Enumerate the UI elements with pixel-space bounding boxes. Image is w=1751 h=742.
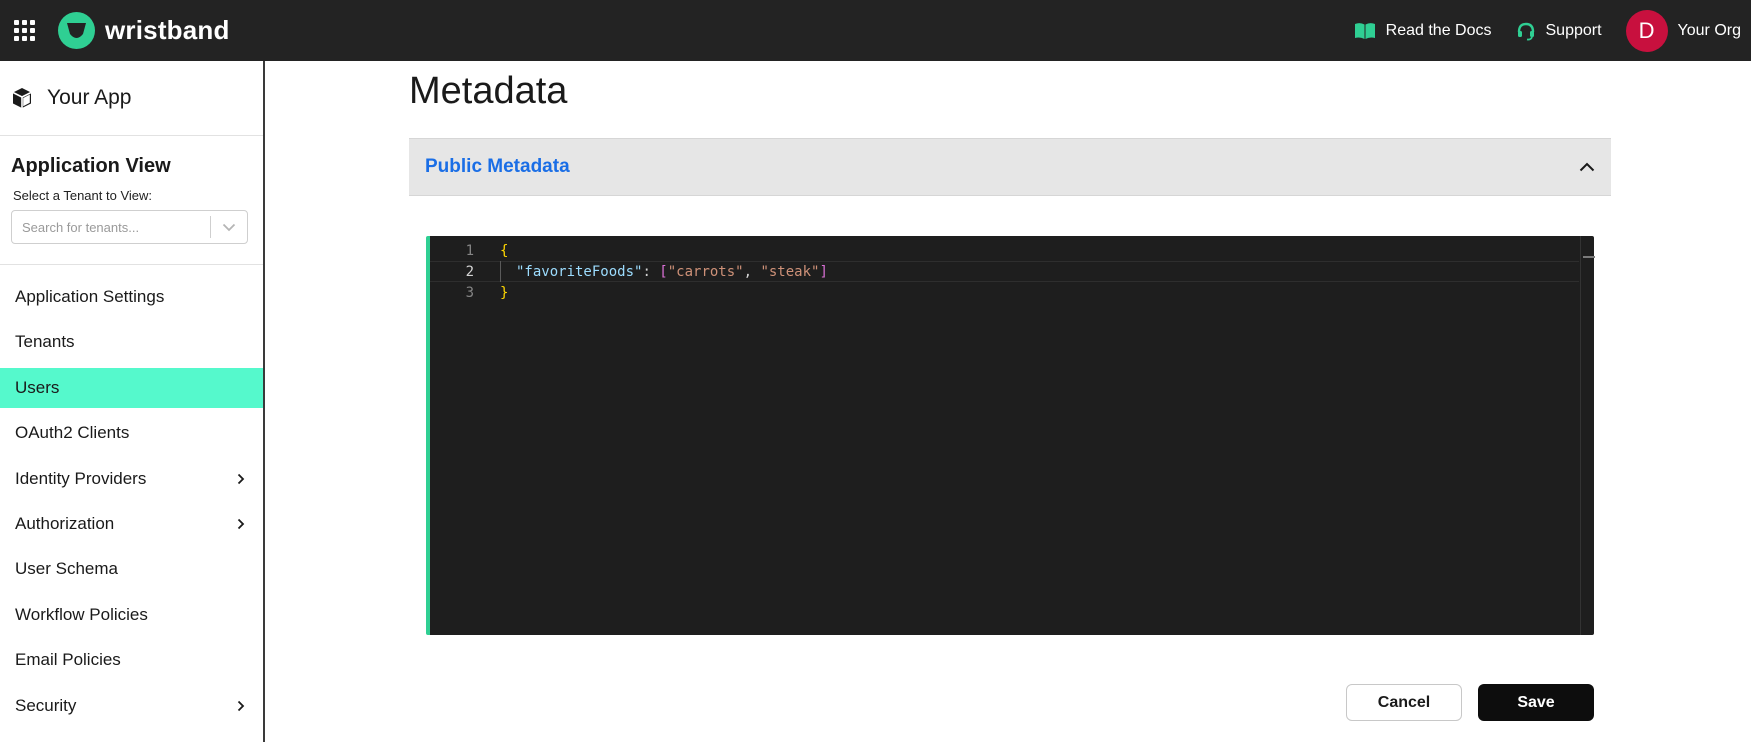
wristband-logo-icon [58, 12, 95, 49]
top-bar: wristband Read the Docs Support D Your O… [0, 0, 1751, 61]
code-token: "carrots" [667, 263, 744, 280]
org-menu[interactable]: D Your Org [1625, 9, 1741, 52]
support-link[interactable]: Support [1516, 21, 1602, 41]
page-title: Metadata [409, 70, 568, 112]
public-metadata-accordion[interactable]: Public Metadata [409, 138, 1611, 196]
code-token: [ [659, 263, 668, 280]
tenant-search-input[interactable]: Search for tenants... [12, 220, 210, 235]
read-docs-label: Read the Docs [1385, 21, 1492, 39]
sidebar-item-label: OAuth2 Clients [15, 423, 130, 443]
chevron-right-icon [237, 518, 245, 530]
sidebar-item-label: Security [15, 695, 77, 715]
sidebar-item-label: Email Policies [15, 650, 121, 670]
chevron-right-icon [237, 700, 245, 711]
avatar: D [1625, 9, 1668, 52]
sidebar-item-label: User Schema [15, 559, 118, 579]
app-selector[interactable]: Your App [0, 61, 263, 136]
accordion-title: Public Metadata [425, 156, 570, 177]
line-number: 1 [465, 242, 474, 259]
brand-name: wristband [105, 15, 230, 45]
sidebar-item-user-schema[interactable]: User Schema [0, 549, 263, 589]
chevron-up-icon[interactable] [1579, 162, 1595, 172]
editor-scrollbar[interactable] [1580, 236, 1595, 635]
application-view-section: Application View Select a Tenant to View… [0, 136, 263, 265]
app-name: Your App [47, 86, 132, 109]
sidebar-item-email-policies[interactable]: Email Policies [0, 640, 263, 680]
code-token: ] [819, 263, 828, 280]
brand[interactable]: wristband [58, 12, 230, 49]
line-number: 3 [465, 284, 474, 301]
save-button[interactable]: Save [1478, 684, 1594, 721]
sidebar-item-workflow-policies[interactable]: Workflow Policies [0, 595, 263, 635]
application-view-title: Application View [11, 155, 171, 177]
cancel-button[interactable]: Cancel [1346, 684, 1462, 721]
sidebar-item-label: Authorization [15, 513, 115, 533]
cube-icon [12, 88, 32, 108]
sidebar: Your App Application View Select a Tenan… [0, 61, 265, 742]
headset-icon [1517, 22, 1534, 40]
tenant-search-select[interactable]: Search for tenants... [11, 210, 248, 244]
code-token: : [642, 263, 660, 280]
sidebar-item-application-settings[interactable]: Application Settings [0, 277, 263, 317]
code-token: { [500, 242, 509, 259]
book-icon [1354, 22, 1375, 39]
sidebar-item-tenants[interactable]: Tenants [0, 322, 263, 362]
sidebar-item-users[interactable]: Users [0, 367, 263, 408]
sidebar-item-label: Tenants [15, 332, 75, 352]
metadata-code-editor[interactable]: 1 { 2 "favoriteFoods": ["carrots", "stea… [426, 236, 1595, 635]
sidebar-item-identity-providers[interactable]: Identity Providers [0, 459, 263, 499]
line-number: 2 [465, 263, 474, 280]
indent-guide [500, 261, 501, 282]
tenant-select-label: Select a Tenant to View: [13, 188, 153, 203]
chevron-down-icon[interactable] [211, 223, 247, 232]
read-docs-link[interactable]: Read the Docs [1354, 22, 1492, 40]
editor-line-3: 3 } [430, 282, 1579, 303]
sidebar-item-authorization[interactable]: Authorization [0, 504, 263, 544]
sidebar-item-label: Workflow Policies [15, 604, 148, 624]
sidebar-item-oauth2-clients[interactable]: OAuth2 Clients [0, 413, 263, 453]
sidebar-nav: Application Settings Tenants Users OAuth2 C… [0, 265, 263, 726]
editor-line-1: 1 { [430, 240, 1579, 261]
sidebar-item-label: Identity Providers [15, 468, 147, 488]
sidebar-item-security[interactable]: Security [0, 686, 263, 726]
sidebar-item-label: Users [15, 377, 60, 397]
code-token: "favoriteFoods" [516, 263, 643, 280]
support-label: Support [1545, 21, 1602, 39]
app-grid-icon[interactable] [14, 20, 36, 42]
code-token: "steak" [760, 263, 820, 280]
org-name: Your Org [1677, 21, 1741, 39]
editor-line-2: 2 "favoriteFoods": ["carrots", "steak"] [430, 261, 1579, 282]
code-token: } [500, 284, 509, 301]
sidebar-item-label: Application Settings [15, 287, 165, 306]
chevron-right-icon [237, 473, 245, 484]
code-token: , [743, 263, 761, 280]
